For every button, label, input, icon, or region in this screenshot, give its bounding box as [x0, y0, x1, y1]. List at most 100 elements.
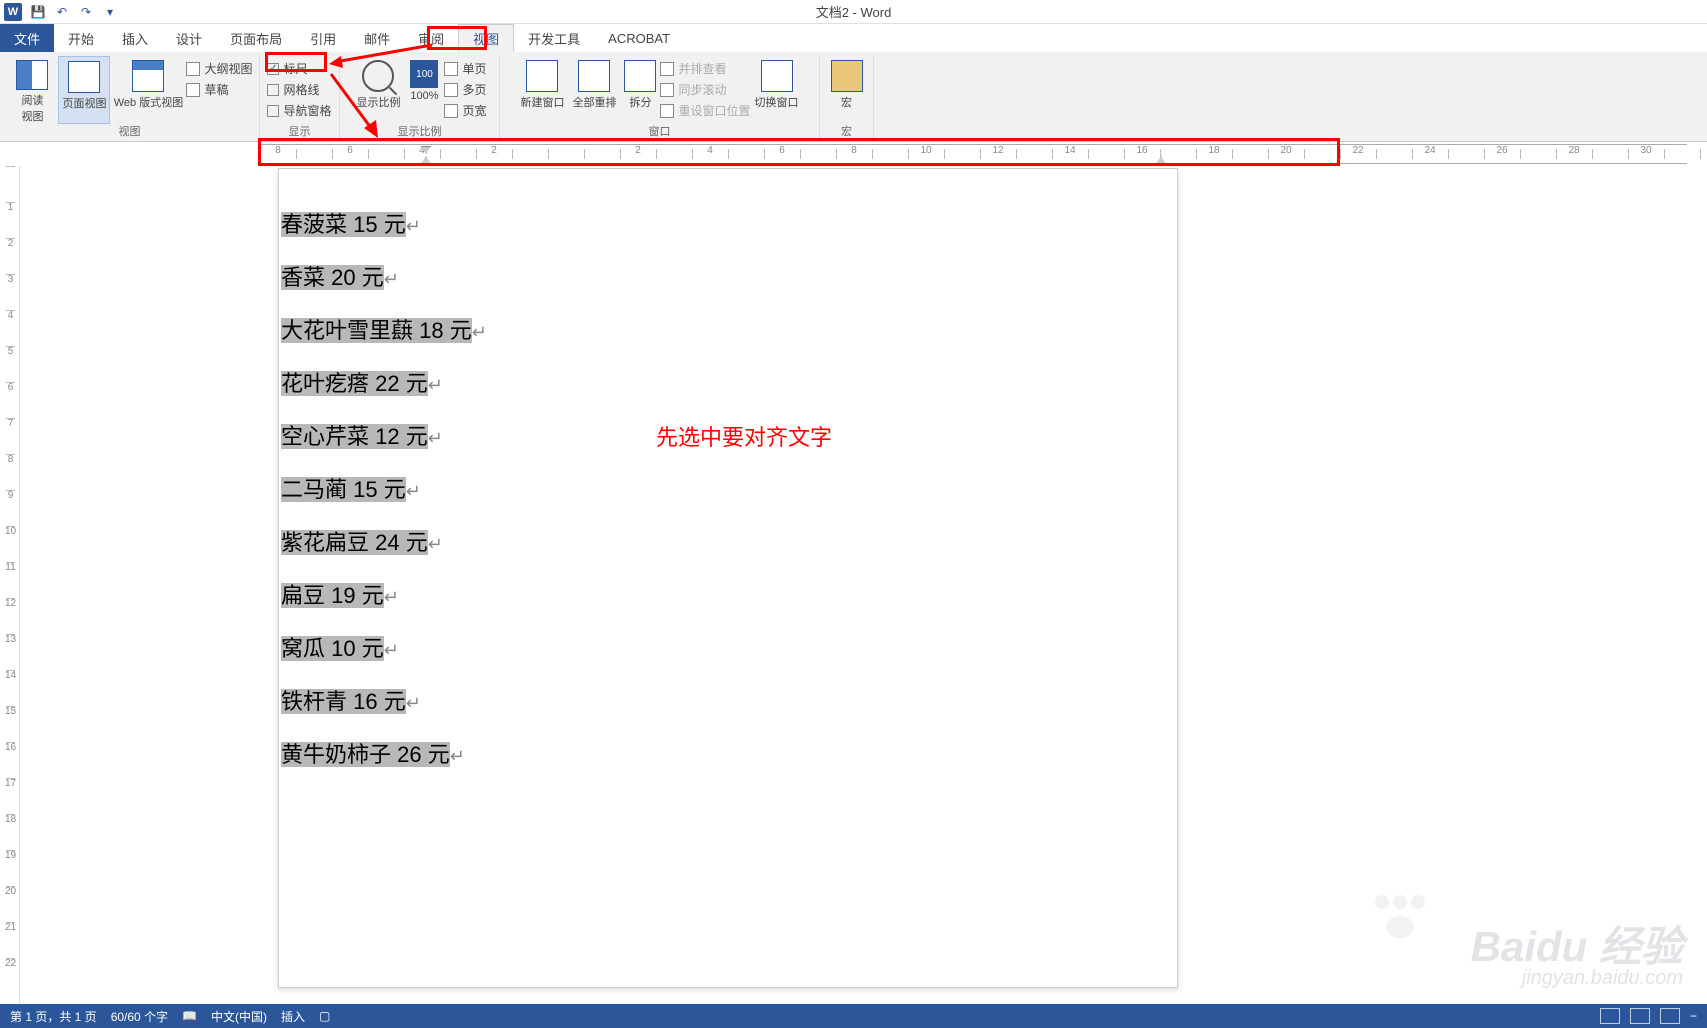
outline-view-button[interactable]: 大纲视图	[186, 60, 252, 77]
tab-acrobat[interactable]: ACROBAT	[594, 24, 684, 52]
document-line[interactable]: 紫花扁豆 24 元↵	[279, 517, 1177, 570]
paragraph-mark-icon: ↵	[406, 693, 421, 713]
page-width-button[interactable]: 页宽	[444, 102, 486, 119]
document-line[interactable]: 黄牛奶柿子 26 元↵	[279, 729, 1177, 782]
ruler-tick: 16	[1124, 145, 1160, 163]
word-count-status[interactable]: 60/60 个字	[111, 1008, 168, 1025]
selected-text[interactable]: 春菠菜 15 元	[281, 212, 406, 237]
document-line[interactable]: 花叶疙瘩 22 元↵	[279, 358, 1177, 411]
sync-scroll-icon	[660, 83, 674, 97]
tab-file[interactable]: 文件	[0, 24, 54, 52]
selected-text[interactable]: 黄牛奶柿子 26 元	[281, 742, 450, 767]
split-button[interactable]: 拆分	[620, 56, 660, 124]
selected-text[interactable]: 空心芹菜 12 元	[281, 424, 428, 449]
document-area[interactable]: 春菠菜 15 元↵香菜 20 元↵大花叶雪里蕻 18 元↵花叶疙瘩 22 元↵空…	[20, 168, 1707, 1004]
tab-insert[interactable]: 插入	[108, 24, 162, 52]
document-line[interactable]: 春菠菜 15 元↵	[279, 199, 1177, 252]
side-by-side-icon	[660, 62, 674, 76]
ruler-tick: 2	[2, 238, 19, 274]
draft-view-button[interactable]: 草稿	[186, 81, 228, 98]
document-line[interactable]: 扁豆 19 元↵	[279, 570, 1177, 623]
document-line[interactable]: 铁杆青 16 元↵	[279, 676, 1177, 729]
spell-check-icon[interactable]: 📖	[182, 1009, 197, 1023]
ruler-tick: 8	[2, 454, 19, 490]
document-line[interactable]: 香菜 20 元↵	[279, 252, 1177, 305]
quick-access-toolbar: W 💾 ↶ ↷ ▾	[4, 3, 118, 21]
selected-text[interactable]: 大花叶雪里蕻 18 元	[281, 318, 472, 343]
print-layout-view-icon[interactable]	[1630, 1008, 1650, 1024]
selected-text[interactable]: 二马蔺 15 元	[281, 477, 406, 502]
paragraph-mark-icon: ↵	[384, 269, 399, 289]
multi-page-button[interactable]: 多页	[444, 81, 486, 98]
tab-mailings[interactable]: 邮件	[350, 24, 404, 52]
page-number-status[interactable]: 第 1 页，共 1 页	[10, 1008, 97, 1025]
ruler-tick: 10	[908, 145, 944, 163]
tab-developer[interactable]: 开发工具	[514, 24, 594, 52]
language-status[interactable]: 中文(中国)	[211, 1008, 267, 1025]
draft-icon	[186, 83, 200, 97]
checkbox-icon	[267, 84, 279, 96]
window-group-label: 窗口	[500, 123, 819, 139]
vertical-ruler[interactable]: 12345678910111213141516171819202122	[2, 166, 20, 1004]
ruler-tick: 22	[1340, 145, 1376, 163]
tab-design[interactable]: 设计	[162, 24, 216, 52]
print-layout-button[interactable]: 页面视图	[58, 56, 110, 124]
macro-record-icon[interactable]: ▢	[319, 1009, 330, 1023]
tab-home[interactable]: 开始	[54, 24, 108, 52]
watermark: Baidu 经验 jingyan.baidu.com	[1471, 926, 1683, 988]
ruler-tick: 24	[1412, 145, 1448, 163]
ruler-tick	[872, 145, 908, 163]
tab-review[interactable]: 审阅	[404, 24, 458, 52]
paragraph-mark-icon: ↵	[428, 534, 443, 554]
gridlines-checkbox[interactable]: 网格线	[267, 81, 319, 98]
ruler-tick	[1160, 145, 1196, 163]
document-line[interactable]: 大花叶雪里蕻 18 元↵	[279, 305, 1177, 358]
save-icon[interactable]: 💾	[30, 4, 46, 20]
ribbon-group-macros: 宏 宏	[820, 56, 874, 141]
split-icon	[624, 60, 656, 92]
ruler-tick: 20	[2, 886, 19, 922]
tab-page-layout[interactable]: 页面布局	[216, 24, 296, 52]
selected-text[interactable]: 香菜 20 元	[281, 265, 384, 290]
selected-text[interactable]: 花叶疙瘩 22 元	[281, 371, 428, 396]
web-layout-view-icon[interactable]	[1660, 1008, 1680, 1024]
read-mode-view-icon[interactable]	[1600, 1008, 1620, 1024]
zoom-100-button[interactable]: 100 100%	[404, 56, 444, 124]
ruler-checkbox[interactable]: ✓标尺	[267, 60, 307, 77]
tab-view[interactable]: 视图	[458, 24, 514, 52]
arrange-all-icon	[578, 60, 610, 92]
macros-button[interactable]: 宏	[821, 56, 873, 124]
ruler-tick	[296, 145, 332, 163]
document-line[interactable]: 二马蔺 15 元↵	[279, 464, 1177, 517]
zoom-out-button[interactable]: −	[1690, 1009, 1697, 1023]
arrange-all-button[interactable]: 全部重排	[568, 56, 620, 124]
paragraph-mark-icon: ↵	[428, 428, 443, 448]
horizontal-ruler[interactable]: 8642246810121416182022242628303234363840…	[0, 144, 1707, 164]
ruler-tick	[1304, 145, 1340, 163]
zoom-button[interactable]: 显示比例	[352, 56, 404, 124]
show-group-label: 显示	[260, 123, 339, 139]
insert-mode-status[interactable]: 插入	[281, 1008, 305, 1025]
ruler-tick	[728, 145, 764, 163]
undo-icon[interactable]: ↶	[54, 4, 70, 20]
selected-text[interactable]: 窝瓜 10 元	[281, 636, 384, 661]
switch-windows-button[interactable]: 切换窗口	[751, 56, 803, 124]
ruler-tick	[1520, 145, 1556, 163]
paragraph-mark-icon: ↵	[384, 587, 399, 607]
ruler-tick: 3	[2, 274, 19, 310]
ruler-tick: 26	[1484, 145, 1520, 163]
one-page-button[interactable]: 单页	[444, 60, 486, 77]
ruler-tick	[2, 166, 19, 202]
qat-customize-icon[interactable]: ▾	[102, 4, 118, 20]
new-window-button[interactable]: 新建窗口	[516, 56, 568, 124]
page[interactable]: 春菠菜 15 元↵香菜 20 元↵大花叶雪里蕻 18 元↵花叶疙瘩 22 元↵空…	[278, 168, 1178, 988]
redo-icon[interactable]: ↷	[78, 4, 94, 20]
selected-text[interactable]: 扁豆 19 元	[281, 583, 384, 608]
tab-references[interactable]: 引用	[296, 24, 350, 52]
selected-text[interactable]: 铁杆青 16 元	[281, 689, 406, 714]
web-layout-button[interactable]: Web 版式视图	[110, 56, 186, 124]
read-mode-button[interactable]: 阅读 视图	[6, 56, 58, 124]
navigation-pane-checkbox[interactable]: 导航窗格	[267, 102, 331, 119]
document-line[interactable]: 窝瓜 10 元↵	[279, 623, 1177, 676]
selected-text[interactable]: 紫花扁豆 24 元	[281, 530, 428, 555]
